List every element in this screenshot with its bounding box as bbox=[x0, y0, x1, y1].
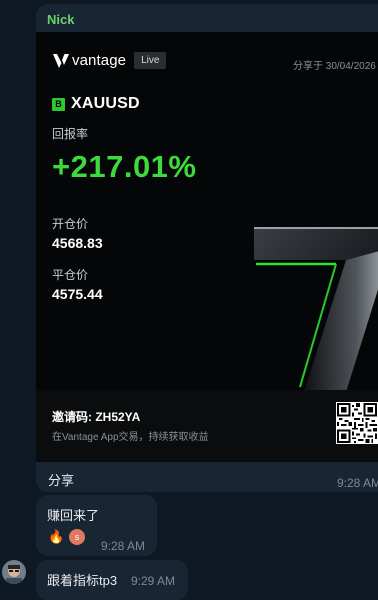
message-caption: 分享 bbox=[48, 473, 75, 488]
buy-badge: B bbox=[52, 97, 65, 111]
share-date: 分享于 30/04/2026 bbox=[293, 61, 376, 72]
open-price-label: 开仓价 bbox=[52, 217, 89, 231]
user-avatar[interactable] bbox=[2, 560, 26, 584]
symbol: XAUUSD bbox=[71, 95, 140, 112]
vantage-logo: vantage Live bbox=[52, 52, 167, 69]
invite-subtitle: 在Vantage App交易，持续获取收益 bbox=[52, 432, 209, 443]
trade-share-card[interactable]: vantage Live 分享于 30/04/2026 B XAUUSD 回报率… bbox=[36, 32, 378, 462]
message-text: 跟着指标tp3 bbox=[47, 573, 118, 588]
sender-name[interactable]: Nick bbox=[47, 12, 74, 27]
qr-code-icon bbox=[336, 402, 378, 444]
close-price-value: 4575.44 bbox=[52, 286, 103, 302]
message-time: 9:28 AM bbox=[101, 539, 146, 553]
return-label: 回报率 bbox=[52, 127, 89, 141]
open-price-value: 4568.83 bbox=[52, 235, 103, 251]
live-badge: Live bbox=[134, 52, 167, 69]
return-value: +217.01% bbox=[52, 149, 197, 184]
invite-footer: 邀请码: ZH52YA 在Vantage App交易，持续获取收益 bbox=[36, 390, 378, 462]
close-price-label: 平仓价 bbox=[52, 268, 89, 282]
message-bubble[interactable]: 跟着指标tp3 9:29 AM bbox=[36, 560, 188, 600]
message-time: 9:28 AM bbox=[337, 476, 378, 490]
invite-code: 邀请码: ZH52YA bbox=[52, 410, 141, 424]
message-text: 赚回来了 bbox=[47, 508, 100, 523]
seven-graphic-icon bbox=[254, 227, 378, 392]
vantage-v-icon bbox=[53, 53, 69, 68]
message-bubble[interactable]: Nick vantage Live 分享于 30/04/2026 B XAUUS… bbox=[36, 4, 378, 492]
symbol-row: B XAUUSD bbox=[52, 95, 140, 113]
fire-reaction-icon[interactable]: 🔥 bbox=[48, 529, 64, 545]
message-bubble[interactable]: 赚回来了 🔥 s 9:28 AM bbox=[36, 495, 157, 556]
reaction-user-avatar[interactable]: s bbox=[69, 529, 85, 545]
brand-name: vantage bbox=[72, 52, 127, 69]
